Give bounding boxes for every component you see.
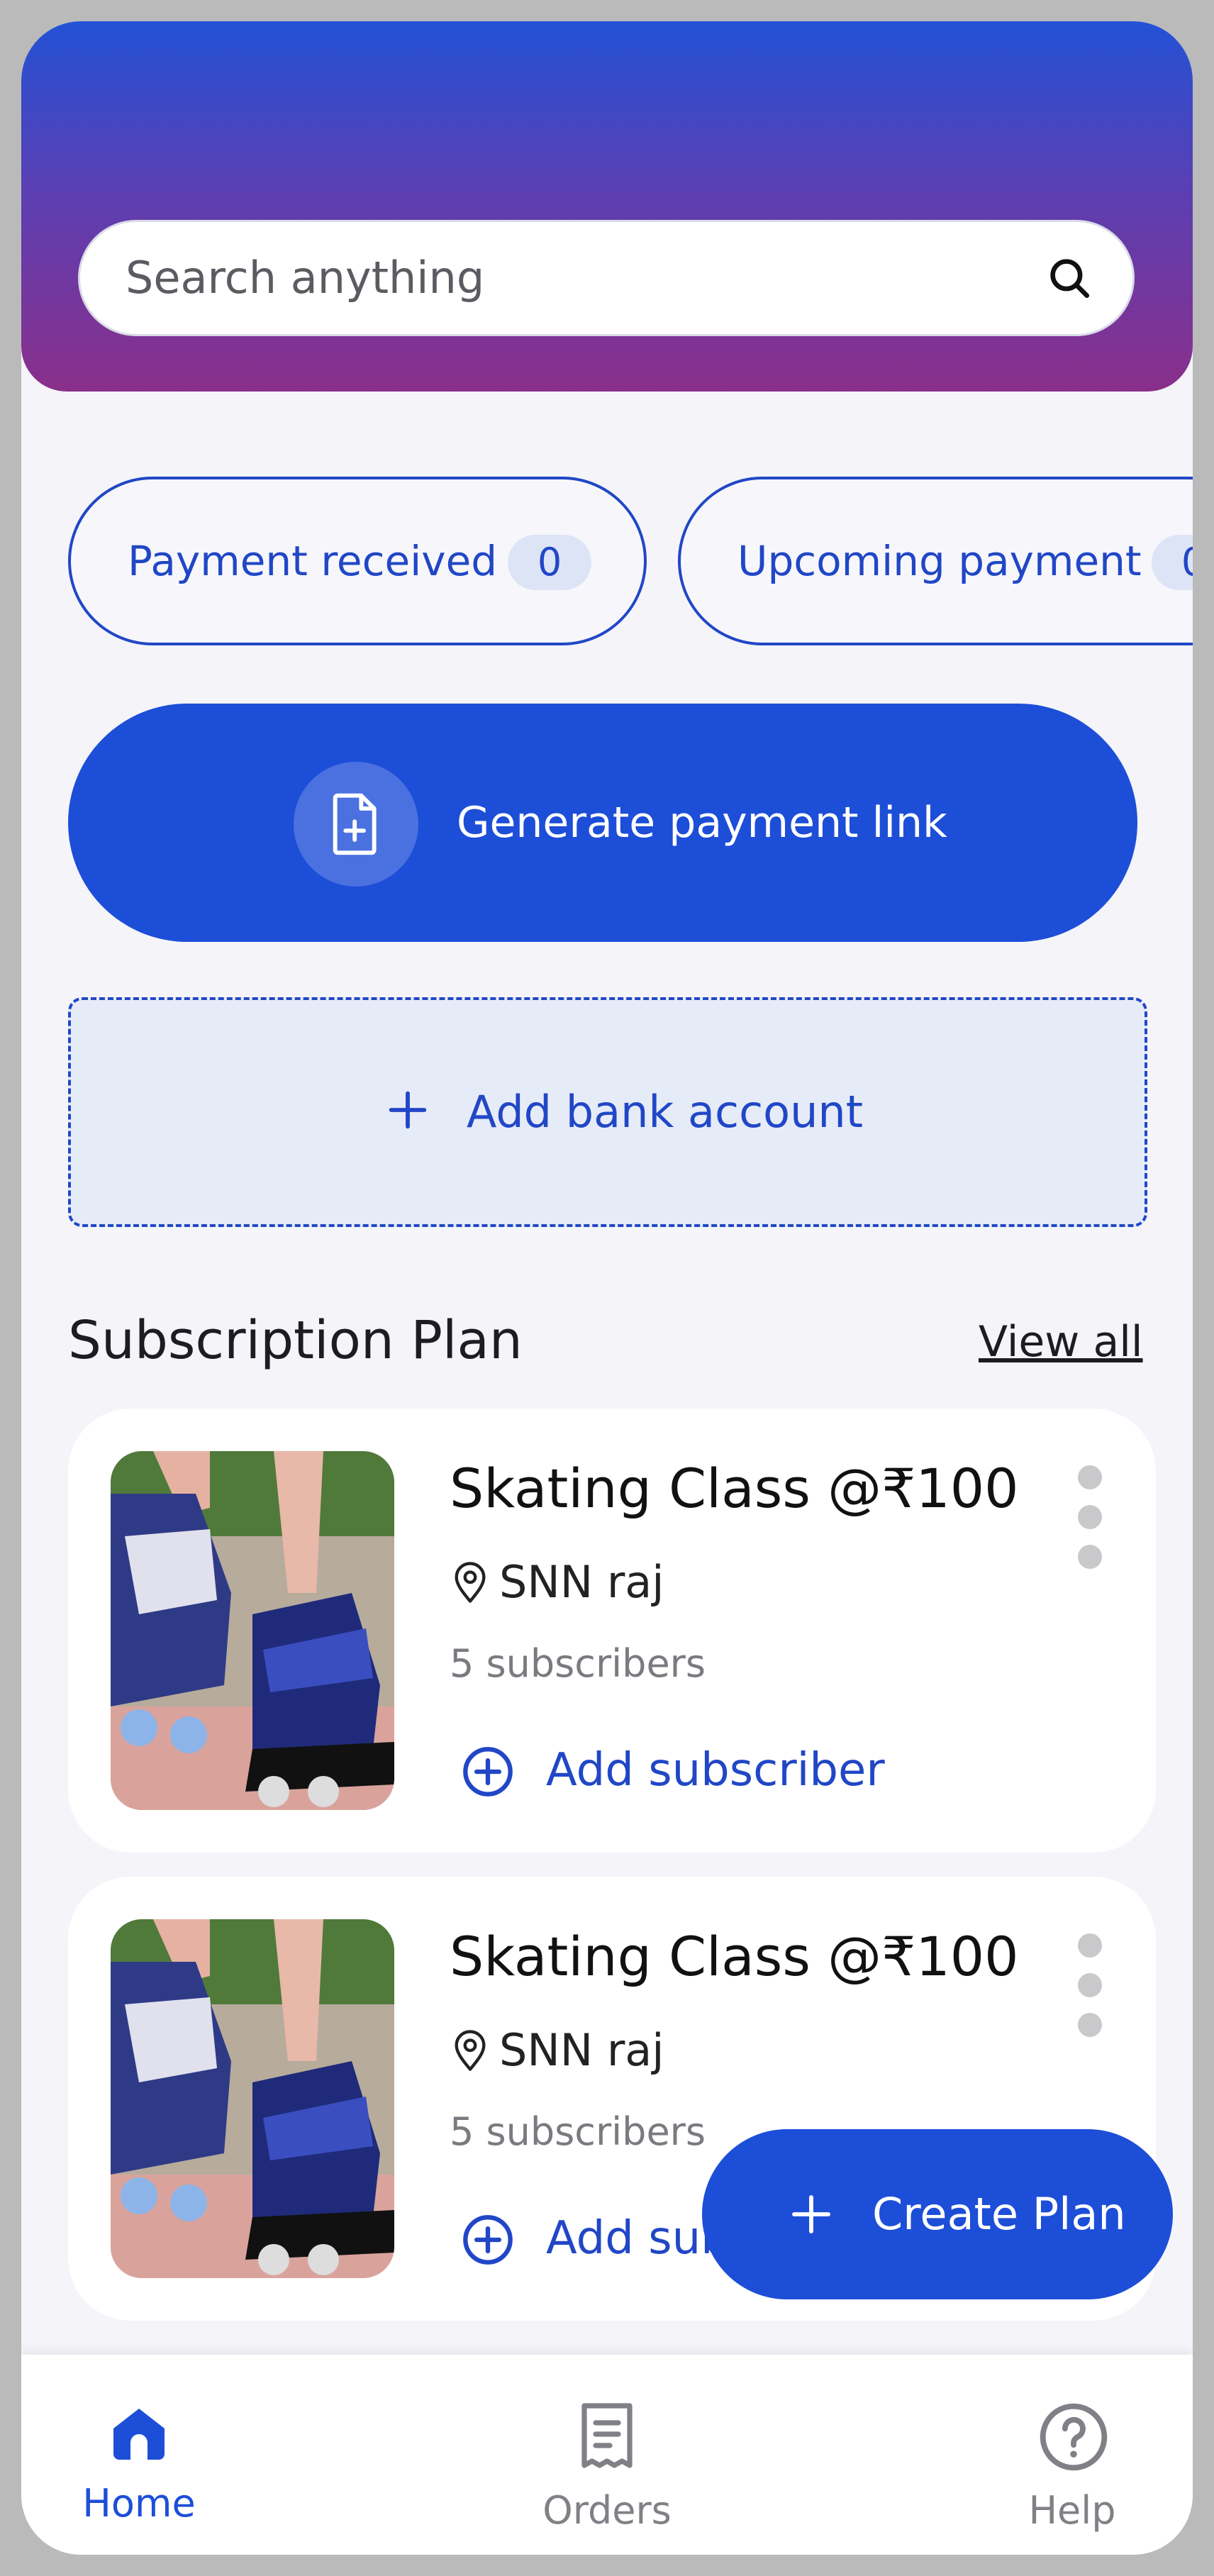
file-add-icon — [294, 762, 418, 887]
generate-payment-link-button[interactable]: Generate payment link — [68, 704, 1137, 942]
plan-title: Skating Class @₹100 — [450, 1925, 1019, 1988]
add-subscriber-label: Add subscriber — [546, 1744, 885, 1797]
plan-thumbnail-image — [111, 1451, 394, 1810]
chip-count-badge: 0 — [508, 535, 591, 590]
search-icon[interactable] — [1046, 255, 1093, 301]
chip-label: Payment received — [128, 537, 498, 585]
location-pin-icon — [455, 2030, 486, 2071]
create-plan-button[interactable]: Create Plan — [702, 2129, 1173, 2299]
phone-screen: Search anything Payment received 0 Upcom… — [21, 21, 1193, 2555]
plan-title: Skating Class @₹100 — [450, 1457, 1019, 1520]
help-icon — [1040, 2403, 1108, 2471]
search-input[interactable]: Search anything — [78, 220, 1135, 336]
chip-count-badge: 0 — [1152, 535, 1193, 590]
view-all-link[interactable]: View all — [979, 1314, 1143, 1370]
add-bank-account-label: Add bank account — [467, 1086, 863, 1138]
location-text: SNN raj — [499, 2024, 664, 2076]
home-icon — [113, 2409, 165, 2460]
nav-item-help[interactable]: Help — [966, 2355, 1179, 2555]
add-bank-account-button[interactable]: Add bank account — [68, 997, 1147, 1227]
plus-icon — [792, 2195, 830, 2233]
generate-payment-link-label: Generate payment link — [457, 798, 947, 848]
nav-label-help: Help — [1028, 2488, 1116, 2533]
payment-received-chip[interactable]: Payment received 0 — [68, 477, 647, 645]
upcoming-payment-chip[interactable]: Upcoming payment 0 — [678, 477, 1193, 645]
bottom-navigation: Home Orders Help — [21, 2355, 1193, 2555]
subscriber-count: 5 subscribers — [450, 2109, 706, 2154]
plan-card[interactable]: Skating Class @₹100 SNN raj 5 subscriber… — [68, 1409, 1156, 1853]
plus-circle-icon — [463, 1747, 513, 1797]
section-title: Subscription Plan — [68, 1310, 523, 1371]
receipt-icon — [581, 2403, 633, 2468]
location-pin-icon — [455, 1562, 486, 1603]
search-placeholder: Search anything — [126, 252, 485, 304]
plus-icon — [389, 1091, 427, 1129]
chip-label: Upcoming payment — [737, 537, 1142, 585]
nav-label-home: Home — [82, 2481, 196, 2526]
subscriber-count: 5 subscribers — [450, 1641, 706, 1686]
header-banner: Search anything — [21, 21, 1193, 392]
more-options-icon[interactable] — [1078, 1465, 1103, 1579]
nav-item-orders[interactable]: Orders — [501, 2355, 713, 2555]
nav-item-home[interactable]: Home — [33, 2355, 245, 2555]
plus-circle-icon — [463, 2215, 513, 2265]
plan-thumbnail-image — [111, 1919, 394, 2278]
nav-label-orders: Orders — [542, 2488, 672, 2533]
more-options-icon[interactable] — [1078, 1933, 1103, 2047]
location-text: SNN raj — [499, 1556, 664, 1608]
create-plan-label: Create Plan — [872, 2188, 1126, 2240]
